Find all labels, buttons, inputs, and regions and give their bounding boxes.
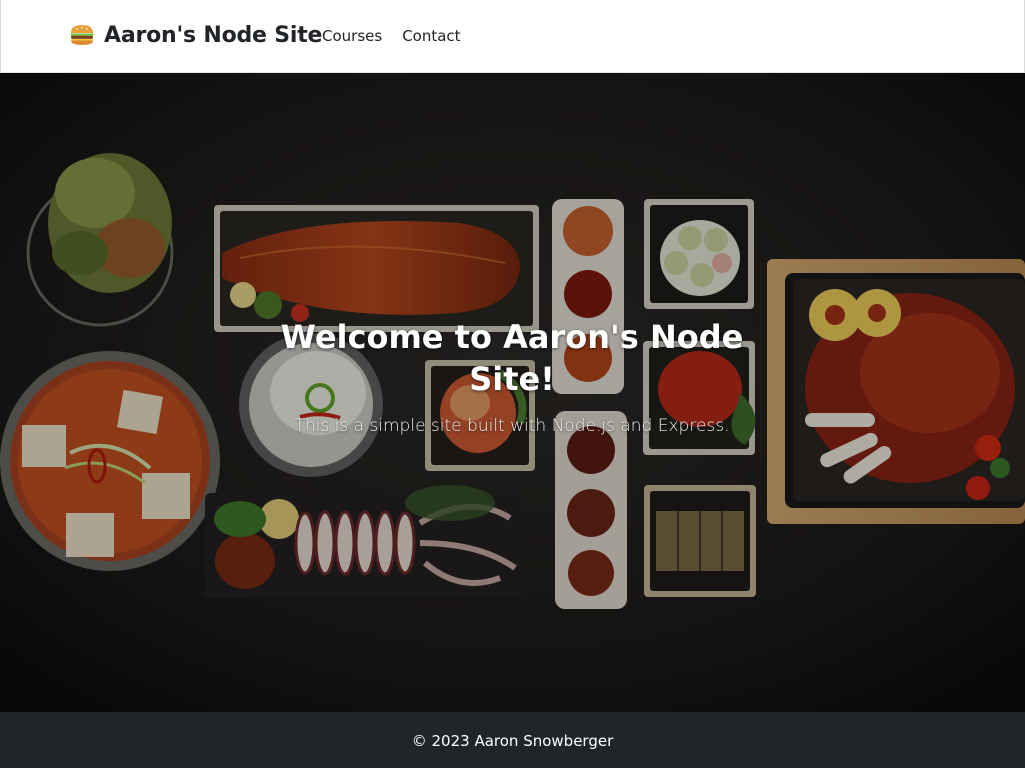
nav-link-contact[interactable]: Contact [402, 26, 460, 46]
brand-link[interactable]: Aaron's Node Site [69, 20, 322, 50]
hero-section: Welcome to Aaron's Node Site! This is a … [0, 73, 1025, 712]
hero-subtitle: This is a simple site built with Node.js… [294, 416, 730, 436]
nav-links: Courses Contact [322, 26, 481, 46]
nav-link-courses[interactable]: Courses [322, 26, 382, 46]
navbar: Aaron's Node Site Courses Contact [0, 0, 1025, 73]
footer-copyright: © 2023 Aaron Snowberger [411, 732, 614, 750]
hero-title: Welcome to Aaron's Node Site! [280, 318, 744, 398]
brand-title: Aaron's Node Site [104, 22, 323, 48]
burger-icon [70, 25, 94, 45]
footer: © 2023 Aaron Snowberger [0, 712, 1025, 768]
